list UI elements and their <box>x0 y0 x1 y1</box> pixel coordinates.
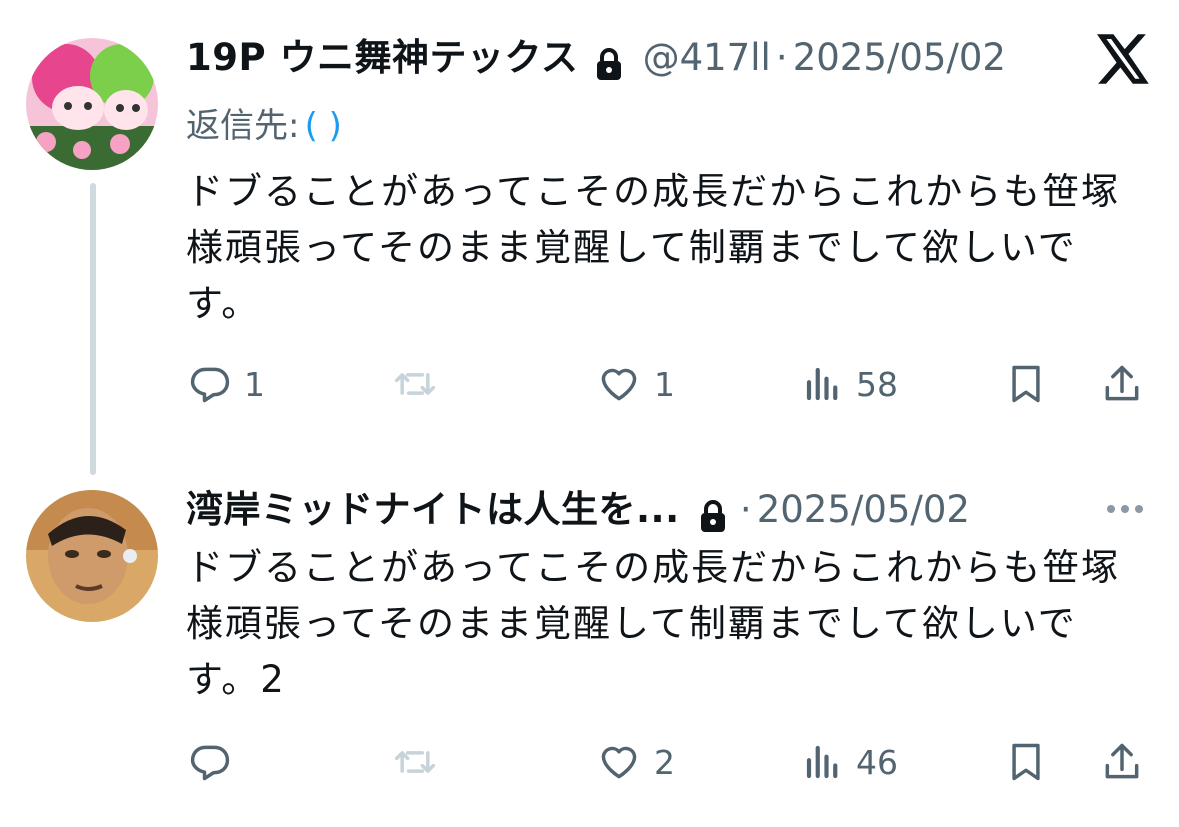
tweet-text: ドブることがあってこその成長だからこれからも笹塚様頑張ってそのまま覚醒して制覇ま… <box>186 170 1121 325</box>
user-handle[interactable]: @417ll <box>643 36 771 79</box>
retweet-icon <box>392 740 438 784</box>
tweet-date[interactable]: 2025/05/02 <box>757 488 970 531</box>
share-button[interactable] <box>1100 362 1144 406</box>
bookmark-button[interactable] <box>1004 740 1048 784</box>
views-count: 58 <box>856 364 898 404</box>
more-icon[interactable] <box>1104 497 1146 525</box>
tweet-header: 湾岸ミッドナイトは人生を... · 2025/05/02 <box>186 486 970 537</box>
thread-line <box>90 183 96 475</box>
reply-count: 1 <box>244 364 265 404</box>
retweet-button[interactable] <box>392 740 438 784</box>
bookmark-icon <box>1004 362 1048 406</box>
reply-to: 返信先: ( ) <box>186 98 342 147</box>
separator: · <box>739 488 752 531</box>
display-name[interactable]: 湾岸ミッドナイトは人生を... <box>186 488 680 531</box>
like-button[interactable]: 2 <box>596 740 675 784</box>
tweet-header: 19P ウニ舞神テックス @417ll · 2025/05/02 <box>186 34 1006 85</box>
like-button[interactable]: 1 <box>596 362 675 406</box>
like-icon <box>596 362 642 406</box>
retweet-button[interactable] <box>392 362 438 406</box>
views-count: 46 <box>856 742 898 782</box>
views-button[interactable]: 58 <box>802 362 898 406</box>
reply-to-label: 返信先: <box>186 106 300 146</box>
like-count: 2 <box>654 742 675 782</box>
reply-button[interactable]: 1 <box>188 362 265 406</box>
bookmark-icon <box>1004 740 1048 784</box>
views-icon <box>802 740 844 784</box>
avatar[interactable] <box>26 38 158 170</box>
share-icon <box>1100 740 1144 784</box>
retweet-icon <box>392 362 438 406</box>
share-icon <box>1100 362 1144 406</box>
like-icon <box>596 740 642 784</box>
tweet-text: ドブることがあってこその成長だからこれからも笹塚様頑張ってそのまま覚醒して制覇ま… <box>186 546 1121 701</box>
reply-icon <box>188 740 232 784</box>
bookmark-button[interactable] <box>1004 362 1048 406</box>
lock-icon <box>595 47 623 85</box>
views-icon <box>802 362 844 406</box>
reply-button[interactable] <box>188 740 232 784</box>
display-name[interactable]: 19P ウニ舞神テックス <box>186 36 578 79</box>
tweet-date[interactable]: 2025/05/02 <box>793 36 1006 79</box>
reply-to-handle[interactable]: ( ) <box>305 106 342 146</box>
separator: · <box>775 36 788 79</box>
like-count: 1 <box>654 364 675 404</box>
reply-icon <box>188 362 232 406</box>
lock-icon <box>699 499 727 537</box>
avatar[interactable] <box>26 490 158 622</box>
share-button[interactable] <box>1100 740 1144 784</box>
x-logo-icon[interactable] <box>1097 34 1151 88</box>
views-button[interactable]: 46 <box>802 740 898 784</box>
